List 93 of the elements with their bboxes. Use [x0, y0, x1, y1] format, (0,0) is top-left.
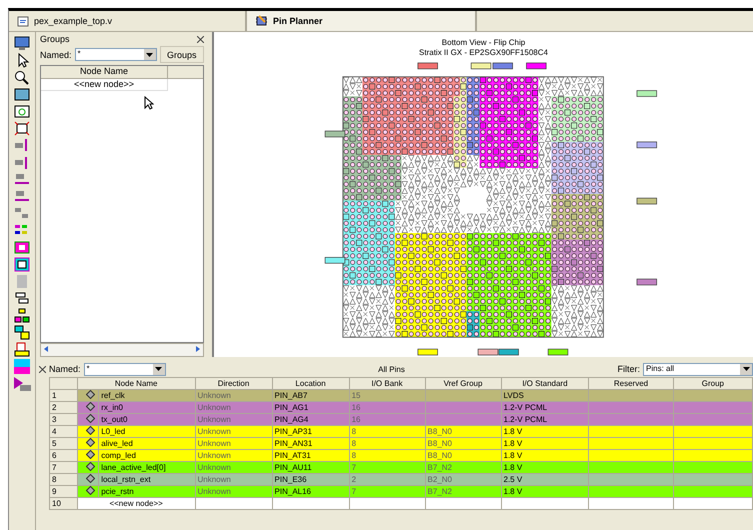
column-header[interactable]: I/O Bank [349, 378, 426, 390]
table-cell[interactable]: 1.2-V PCML [501, 414, 589, 426]
table-cell[interactable]: alive_led [98, 438, 195, 450]
panel-title: All Pins [377, 364, 406, 374]
table-cell[interactable]: PIN_AG1 [272, 402, 350, 414]
row-number: 1 [50, 390, 78, 402]
table-cell[interactable]: 7 [349, 486, 426, 498]
file-icon [17, 16, 29, 26]
table-cell[interactable]: B8_N0 [425, 426, 501, 438]
column-header[interactable]: Reserved [588, 378, 674, 390]
table-cell[interactable]: PIN_AP31 [272, 426, 350, 438]
groups-button[interactable]: Groups [160, 46, 204, 63]
table-cell[interactable]: 2.5 V [501, 474, 589, 486]
table-cell[interactable]: B7_N2 [425, 462, 501, 474]
row-number: 2 [50, 402, 78, 414]
table-cell[interactable]: lane_active_led[0] [98, 462, 195, 474]
row-number: 10 [50, 498, 78, 510]
named-label: Named: [49, 364, 81, 374]
row-number: 9 [50, 486, 78, 498]
table-cell[interactable]: <<new node>> [77, 498, 195, 510]
row-number: 5 [50, 438, 78, 450]
column-header[interactable]: Group [673, 378, 752, 390]
table-cell[interactable]: Unknown [195, 426, 272, 438]
table-cell[interactable]: comp_led [98, 450, 195, 462]
toolbar-button[interactable] [13, 291, 31, 306]
toolbar-button[interactable] [13, 36, 31, 51]
window-icon [13, 87, 31, 102]
device-name: Stratix II GX - EP2SGX90FF1508C4 [419, 48, 548, 57]
toolbar-button[interactable] [13, 87, 31, 102]
table-cell[interactable]: PIN_AG4 [272, 414, 350, 426]
table-cell[interactable]: 8 [349, 426, 426, 438]
table-cell[interactable]: rx_in0 [98, 402, 195, 414]
row-number: 4 [50, 426, 78, 438]
table-cell[interactable]: Unknown [195, 486, 272, 498]
table-cell[interactable]: B7_N2 [425, 486, 501, 498]
table-cell[interactable]: 1.8 V [501, 438, 589, 450]
table-cell[interactable]: ref_clk [98, 390, 195, 402]
table-cell[interactable]: PIN_AL16 [272, 486, 350, 498]
filter-dropdown[interactable]: Pins: all [643, 362, 753, 376]
table-cell[interactable]: PIN_AT31 [272, 450, 350, 462]
named-dropdown[interactable]: * [74, 48, 157, 61]
column-header[interactable]: Vref Group [425, 378, 501, 390]
table-cell[interactable]: B8_N0 [425, 450, 501, 462]
table-cell[interactable]: 1.2-V PCML [501, 402, 589, 414]
close-icon[interactable] [39, 366, 46, 372]
table-cell[interactable]: tx_out0 [98, 414, 195, 426]
table-cell[interactable]: PIN_AN31 [272, 438, 350, 450]
table-cell[interactable]: PIN_AU11 [272, 462, 350, 474]
row-number: 7 [50, 462, 78, 474]
zoom-icon [13, 70, 31, 85]
column-header: Node Name [41, 66, 168, 78]
table-cell[interactable]: L0_led [98, 426, 195, 438]
table-cell[interactable]: Unknown [195, 450, 272, 462]
table-cell[interactable]: 7 [349, 462, 426, 474]
filter-label: Filter: [618, 364, 640, 374]
table-cell[interactable]: 2 [349, 474, 426, 486]
row-number: 3 [50, 414, 78, 426]
caret-icon [146, 52, 154, 56]
caret-icon [742, 367, 750, 371]
column-header[interactable]: Direction [195, 378, 272, 390]
table-cell[interactable]: 1.8 V [501, 450, 589, 462]
table-cell[interactable]: PIN_E36 [272, 474, 350, 486]
column-header[interactable]: Location [272, 378, 350, 390]
row-number: 6 [50, 450, 78, 462]
caret-icon [155, 367, 162, 371]
link-icon [13, 291, 31, 306]
table-cell[interactable]: local_rstn_ext [98, 474, 195, 486]
table-cell[interactable]: PIN_AB7 [272, 390, 350, 402]
monitor-icon [13, 36, 31, 51]
table-cell[interactable]: B2_N0 [425, 474, 501, 486]
table-cell[interactable]: 1.8 V [501, 462, 589, 474]
row-number: 8 [50, 474, 78, 486]
table-cell[interactable]: Unknown [195, 438, 272, 450]
table-cell[interactable]: 1.8 V [501, 426, 589, 438]
named-label: Named: [40, 50, 72, 60]
table-cell[interactable]: pcie_rstn [98, 486, 195, 498]
panel-title: Groups [40, 34, 70, 44]
column-header[interactable]: Node Name [77, 378, 195, 390]
close-icon[interactable] [197, 36, 204, 42]
table-cell[interactable]: LVDS [501, 390, 589, 402]
table-cell[interactable]: 8 [349, 450, 426, 462]
table-cell[interactable]: 1.8 V [501, 486, 589, 498]
table-cell[interactable]: <<new node>> [41, 79, 168, 91]
toolbar-button[interactable] [13, 70, 31, 85]
tab[interactable]: Pin Planner [247, 11, 477, 31]
column-header[interactable]: I/O Standard [501, 378, 589, 390]
named-dropdown[interactable]: * [84, 362, 166, 376]
cursor-icon [144, 96, 154, 110]
table-cell[interactable]: 8 [349, 438, 426, 450]
table-cell[interactable]: B8_N0 [425, 438, 501, 450]
chip-icon [255, 15, 268, 27]
table-cell[interactable]: Unknown [195, 462, 272, 474]
chip-view-title: Bottom View - Flip Chip [442, 38, 526, 47]
